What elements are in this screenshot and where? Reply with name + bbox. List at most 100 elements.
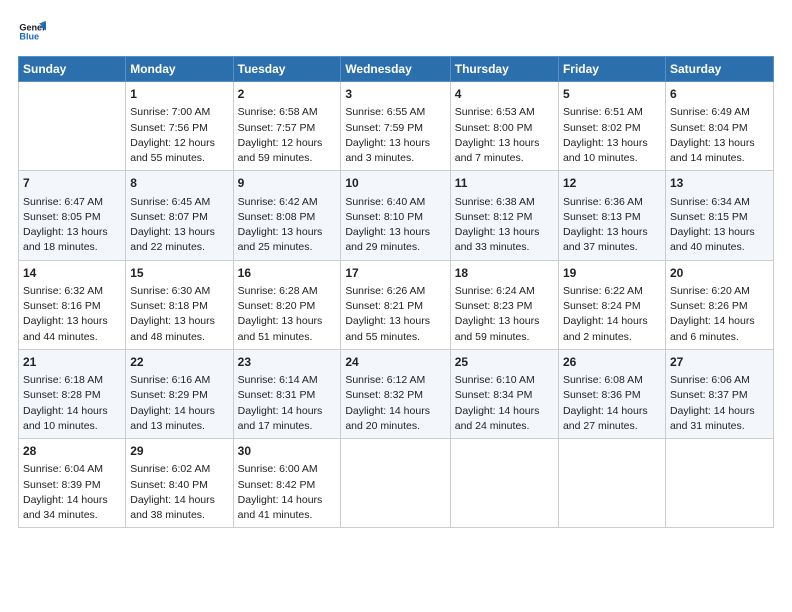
day-number: 28 [23, 443, 121, 460]
day-info-line: Sunrise: 6:16 AM [130, 373, 228, 388]
page: General Blue SundayMondayTuesdayWednesda… [0, 0, 792, 538]
day-info-line: Sunrise: 6:36 AM [563, 195, 661, 210]
day-number: 9 [238, 175, 337, 192]
day-cell: 8Sunrise: 6:45 AMSunset: 8:07 PMDaylight… [126, 171, 233, 260]
day-info-line: Sunrise: 6:49 AM [670, 105, 769, 120]
day-number: 14 [23, 265, 121, 282]
day-info-line: Sunset: 8:16 PM [23, 299, 121, 314]
day-cell [665, 439, 773, 528]
day-info-line: Sunrise: 6:53 AM [455, 105, 554, 120]
day-info-line: Daylight: 13 hours [23, 225, 121, 240]
day-info-line: and 20 minutes. [345, 419, 445, 434]
week-row: 1Sunrise: 7:00 AMSunset: 7:56 PMDaylight… [19, 82, 774, 171]
day-info-line: Sunrise: 6:42 AM [238, 195, 337, 210]
week-row: 7Sunrise: 6:47 AMSunset: 8:05 PMDaylight… [19, 171, 774, 260]
day-info-line: Daylight: 14 hours [238, 493, 337, 508]
day-info-line: and 24 minutes. [455, 419, 554, 434]
day-info-line: Daylight: 13 hours [563, 225, 661, 240]
day-info-line: Sunrise: 6:06 AM [670, 373, 769, 388]
day-info-line: Sunset: 8:42 PM [238, 478, 337, 493]
day-info-line: and 25 minutes. [238, 240, 337, 255]
day-cell: 28Sunrise: 6:04 AMSunset: 8:39 PMDayligh… [19, 439, 126, 528]
day-info-line: Sunset: 7:59 PM [345, 121, 445, 136]
day-info-line: Daylight: 14 hours [563, 314, 661, 329]
day-info-line: Daylight: 14 hours [130, 404, 228, 419]
day-info-line: Daylight: 12 hours [238, 136, 337, 151]
day-info-line: Daylight: 14 hours [345, 404, 445, 419]
day-number: 10 [345, 175, 445, 192]
day-info-line: Sunrise: 6:18 AM [23, 373, 121, 388]
day-info-line: Daylight: 14 hours [23, 404, 121, 419]
day-info-line: and 44 minutes. [23, 330, 121, 345]
day-info-line: Daylight: 13 hours [670, 225, 769, 240]
day-info-line: and 59 minutes. [238, 151, 337, 166]
day-number: 12 [563, 175, 661, 192]
day-cell: 30Sunrise: 6:00 AMSunset: 8:42 PMDayligh… [233, 439, 341, 528]
day-info-line: Sunset: 8:31 PM [238, 388, 337, 403]
day-info-line: and 59 minutes. [455, 330, 554, 345]
day-info-line: Daylight: 14 hours [23, 493, 121, 508]
day-number: 30 [238, 443, 337, 460]
day-info-line: and 14 minutes. [670, 151, 769, 166]
day-cell [341, 439, 450, 528]
day-cell: 18Sunrise: 6:24 AMSunset: 8:23 PMDayligh… [450, 260, 558, 349]
day-info-line: and 34 minutes. [23, 508, 121, 523]
day-info-line: Sunrise: 6:32 AM [23, 284, 121, 299]
day-info-line: and 3 minutes. [345, 151, 445, 166]
day-info-line: Sunrise: 6:51 AM [563, 105, 661, 120]
day-info-line: Daylight: 13 hours [455, 314, 554, 329]
day-number: 1 [130, 86, 228, 103]
day-info-line: and 6 minutes. [670, 330, 769, 345]
day-info-line: Sunset: 8:10 PM [345, 210, 445, 225]
day-info-line: Sunset: 8:00 PM [455, 121, 554, 136]
day-info-line: and 2 minutes. [563, 330, 661, 345]
day-cell: 11Sunrise: 6:38 AMSunset: 8:12 PMDayligh… [450, 171, 558, 260]
day-info-line: and 17 minutes. [238, 419, 337, 434]
day-cell: 16 Sunrise: 6:28 AMSunset: 8:20 PMDayligh… [233, 260, 341, 349]
day-cell: 4Sunrise: 6:53 AMSunset: 8:00 PMDaylight… [450, 82, 558, 171]
day-info-line: Sunset: 8:05 PM [23, 210, 121, 225]
day-info-line: Daylight: 14 hours [670, 404, 769, 419]
day-info-line: Sunrise: 6:28 AM [238, 284, 337, 299]
header: General Blue [18, 18, 774, 46]
day-info-line: Sunset: 8:26 PM [670, 299, 769, 314]
day-info-line: Sunrise: 6:02 AM [130, 462, 228, 477]
day-number: 26 [563, 354, 661, 371]
day-header: Friday [558, 57, 665, 82]
header-row: SundayMondayTuesdayWednesdayThursdayFrid… [19, 57, 774, 82]
day-header: Sunday [19, 57, 126, 82]
day-header: Thursday [450, 57, 558, 82]
day-number: 16 [238, 265, 337, 282]
day-number: 15 [130, 265, 228, 282]
day-cell: 13Sunrise: 6:34 AMSunset: 8:15 PMDayligh… [665, 171, 773, 260]
day-info-line: and 29 minutes. [345, 240, 445, 255]
day-info-line: Sunset: 8:20 PM [238, 299, 337, 314]
day-number: 7 [23, 175, 121, 192]
day-cell: 25Sunrise: 6:10 AMSunset: 8:34 PMDayligh… [450, 349, 558, 438]
day-info-line: Sunset: 8:40 PM [130, 478, 228, 493]
day-info-line: Sunrise: 6:14 AM [238, 373, 337, 388]
day-info-line: Daylight: 13 hours [345, 136, 445, 151]
day-info-line: Daylight: 13 hours [238, 314, 337, 329]
day-cell: 23Sunrise: 6:14 AMSunset: 8:31 PMDayligh… [233, 349, 341, 438]
day-info-line: Sunset: 8:15 PM [670, 210, 769, 225]
day-number: 24 [345, 354, 445, 371]
day-cell: 20Sunrise: 6:20 AMSunset: 8:26 PMDayligh… [665, 260, 773, 349]
day-cell [450, 439, 558, 528]
day-cell: 2Sunrise: 6:58 AMSunset: 7:57 PMDaylight… [233, 82, 341, 171]
day-info-line: and 18 minutes. [23, 240, 121, 255]
day-info-line: and 10 minutes. [563, 151, 661, 166]
day-cell: 3Sunrise: 6:55 AMSunset: 7:59 PMDaylight… [341, 82, 450, 171]
day-info-line: Sunrise: 6:12 AM [345, 373, 445, 388]
day-number: 4 [455, 86, 554, 103]
day-info-line: Sunset: 8:24 PM [563, 299, 661, 314]
day-header: Saturday [665, 57, 773, 82]
calendar-table: SundayMondayTuesdayWednesdayThursdayFrid… [18, 56, 774, 528]
day-info-line: Daylight: 14 hours [238, 404, 337, 419]
day-info-line: Daylight: 13 hours [345, 225, 445, 240]
day-cell: 19Sunrise: 6:22 AMSunset: 8:24 PMDayligh… [558, 260, 665, 349]
day-info-line: Daylight: 14 hours [455, 404, 554, 419]
day-number: 27 [670, 354, 769, 371]
day-number: 21 [23, 354, 121, 371]
day-info-line: and 48 minutes. [130, 330, 228, 345]
